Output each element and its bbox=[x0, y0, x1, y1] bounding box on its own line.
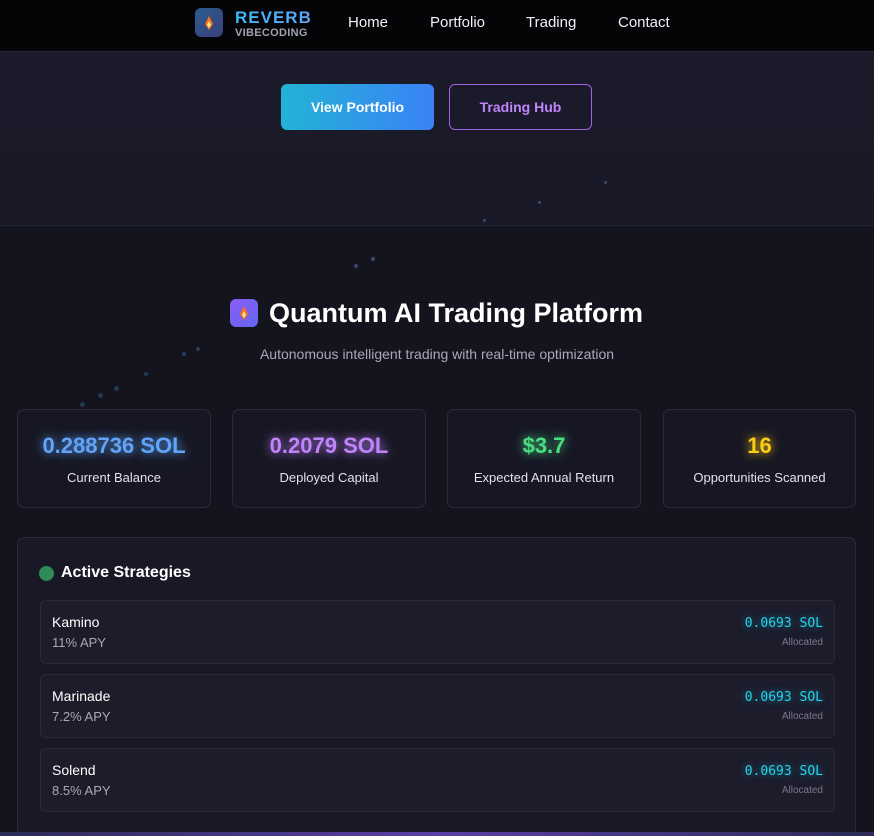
navbar: REVERB VIBECODING Home Portfolio Trading… bbox=[0, 0, 874, 52]
page-subtitle: Autonomous intelligent trading with real… bbox=[259, 346, 615, 362]
stat-value: $3.7 bbox=[522, 433, 566, 458]
logo[interactable] bbox=[195, 8, 223, 37]
stat-value: 0.288736 SOL bbox=[42, 433, 186, 458]
stat-label: Expected Annual Return bbox=[473, 470, 615, 485]
particle-dot bbox=[114, 386, 119, 391]
brand-name[interactable]: REVERB bbox=[235, 8, 312, 28]
particle-dot bbox=[144, 372, 148, 376]
stat-card-opportunities: 16 Opportunities Scanned bbox=[663, 409, 856, 508]
stat-label: Opportunities Scanned bbox=[693, 470, 826, 485]
nav-link-home[interactable]: Home bbox=[348, 14, 388, 31]
particle-dot bbox=[371, 257, 375, 261]
strategy-apy: 11% APY bbox=[52, 635, 106, 650]
strategies-title: Active Strategies bbox=[61, 564, 191, 581]
status-dot-icon bbox=[39, 566, 54, 581]
strategy-name: Solend bbox=[52, 762, 96, 778]
flame-icon bbox=[205, 15, 213, 30]
stat-card-return: $3.7 Expected Annual Return bbox=[447, 409, 641, 508]
strategy-apy: 8.5% APY bbox=[52, 783, 111, 798]
particle-dot bbox=[538, 201, 541, 204]
stat-card-balance: 0.288736 SOL Current Balance bbox=[17, 409, 211, 508]
nav-link-portfolio[interactable]: Portfolio bbox=[430, 14, 485, 31]
strategy-status: Allocated bbox=[781, 711, 823, 722]
strategy-name: Marinade bbox=[52, 688, 111, 704]
particle-dot bbox=[604, 181, 607, 184]
particle-dot bbox=[98, 393, 103, 398]
stat-card-deployed: 0.2079 SOL Deployed Capital bbox=[232, 409, 426, 508]
stat-value: 16 bbox=[747, 433, 772, 458]
brand-subtitle: VIBECODING bbox=[235, 27, 308, 39]
stat-label: Deployed Capital bbox=[279, 470, 379, 485]
particle-dot bbox=[80, 402, 85, 407]
bottom-divider bbox=[0, 832, 874, 836]
page-title: Quantum AI Trading Platform bbox=[269, 298, 644, 328]
strategy-apy: 7.2% APY bbox=[52, 709, 111, 724]
stat-value: 0.2079 SOL bbox=[269, 433, 389, 458]
platform-icon bbox=[230, 299, 258, 327]
strategy-amount: 0.0693 SOL bbox=[744, 616, 823, 631]
trading-hub-button[interactable]: Trading Hub bbox=[449, 84, 592, 130]
view-portfolio-button[interactable]: View Portfolio bbox=[281, 84, 434, 130]
strategy-status: Allocated bbox=[781, 785, 823, 796]
strategy-row-marinade[interactable]: Marinade 7.2% APY 0.0693 SOL Allocated bbox=[40, 674, 835, 738]
nav-link-trading[interactable]: Trading bbox=[526, 14, 576, 31]
strategy-row-kamino[interactable]: Kamino 11% APY 0.0693 SOL Allocated bbox=[40, 600, 835, 664]
particle-dot bbox=[354, 264, 358, 268]
active-strategies-panel: Active Strategies Kamino 11% APY 0.0693 … bbox=[17, 537, 856, 836]
stat-label: Current Balance bbox=[67, 470, 161, 485]
strategy-amount: 0.0693 SOL bbox=[744, 690, 823, 705]
strategy-amount: 0.0693 SOL bbox=[744, 764, 823, 779]
nav-link-contact[interactable]: Contact bbox=[618, 14, 670, 31]
hero-section bbox=[0, 52, 874, 226]
strategy-row-solend[interactable]: Solend 8.5% APY 0.0693 SOL Allocated bbox=[40, 748, 835, 812]
flame-icon bbox=[240, 306, 248, 320]
particle-dot bbox=[483, 219, 486, 222]
strategy-name: Kamino bbox=[52, 614, 100, 630]
strategy-status: Allocated bbox=[781, 637, 823, 648]
